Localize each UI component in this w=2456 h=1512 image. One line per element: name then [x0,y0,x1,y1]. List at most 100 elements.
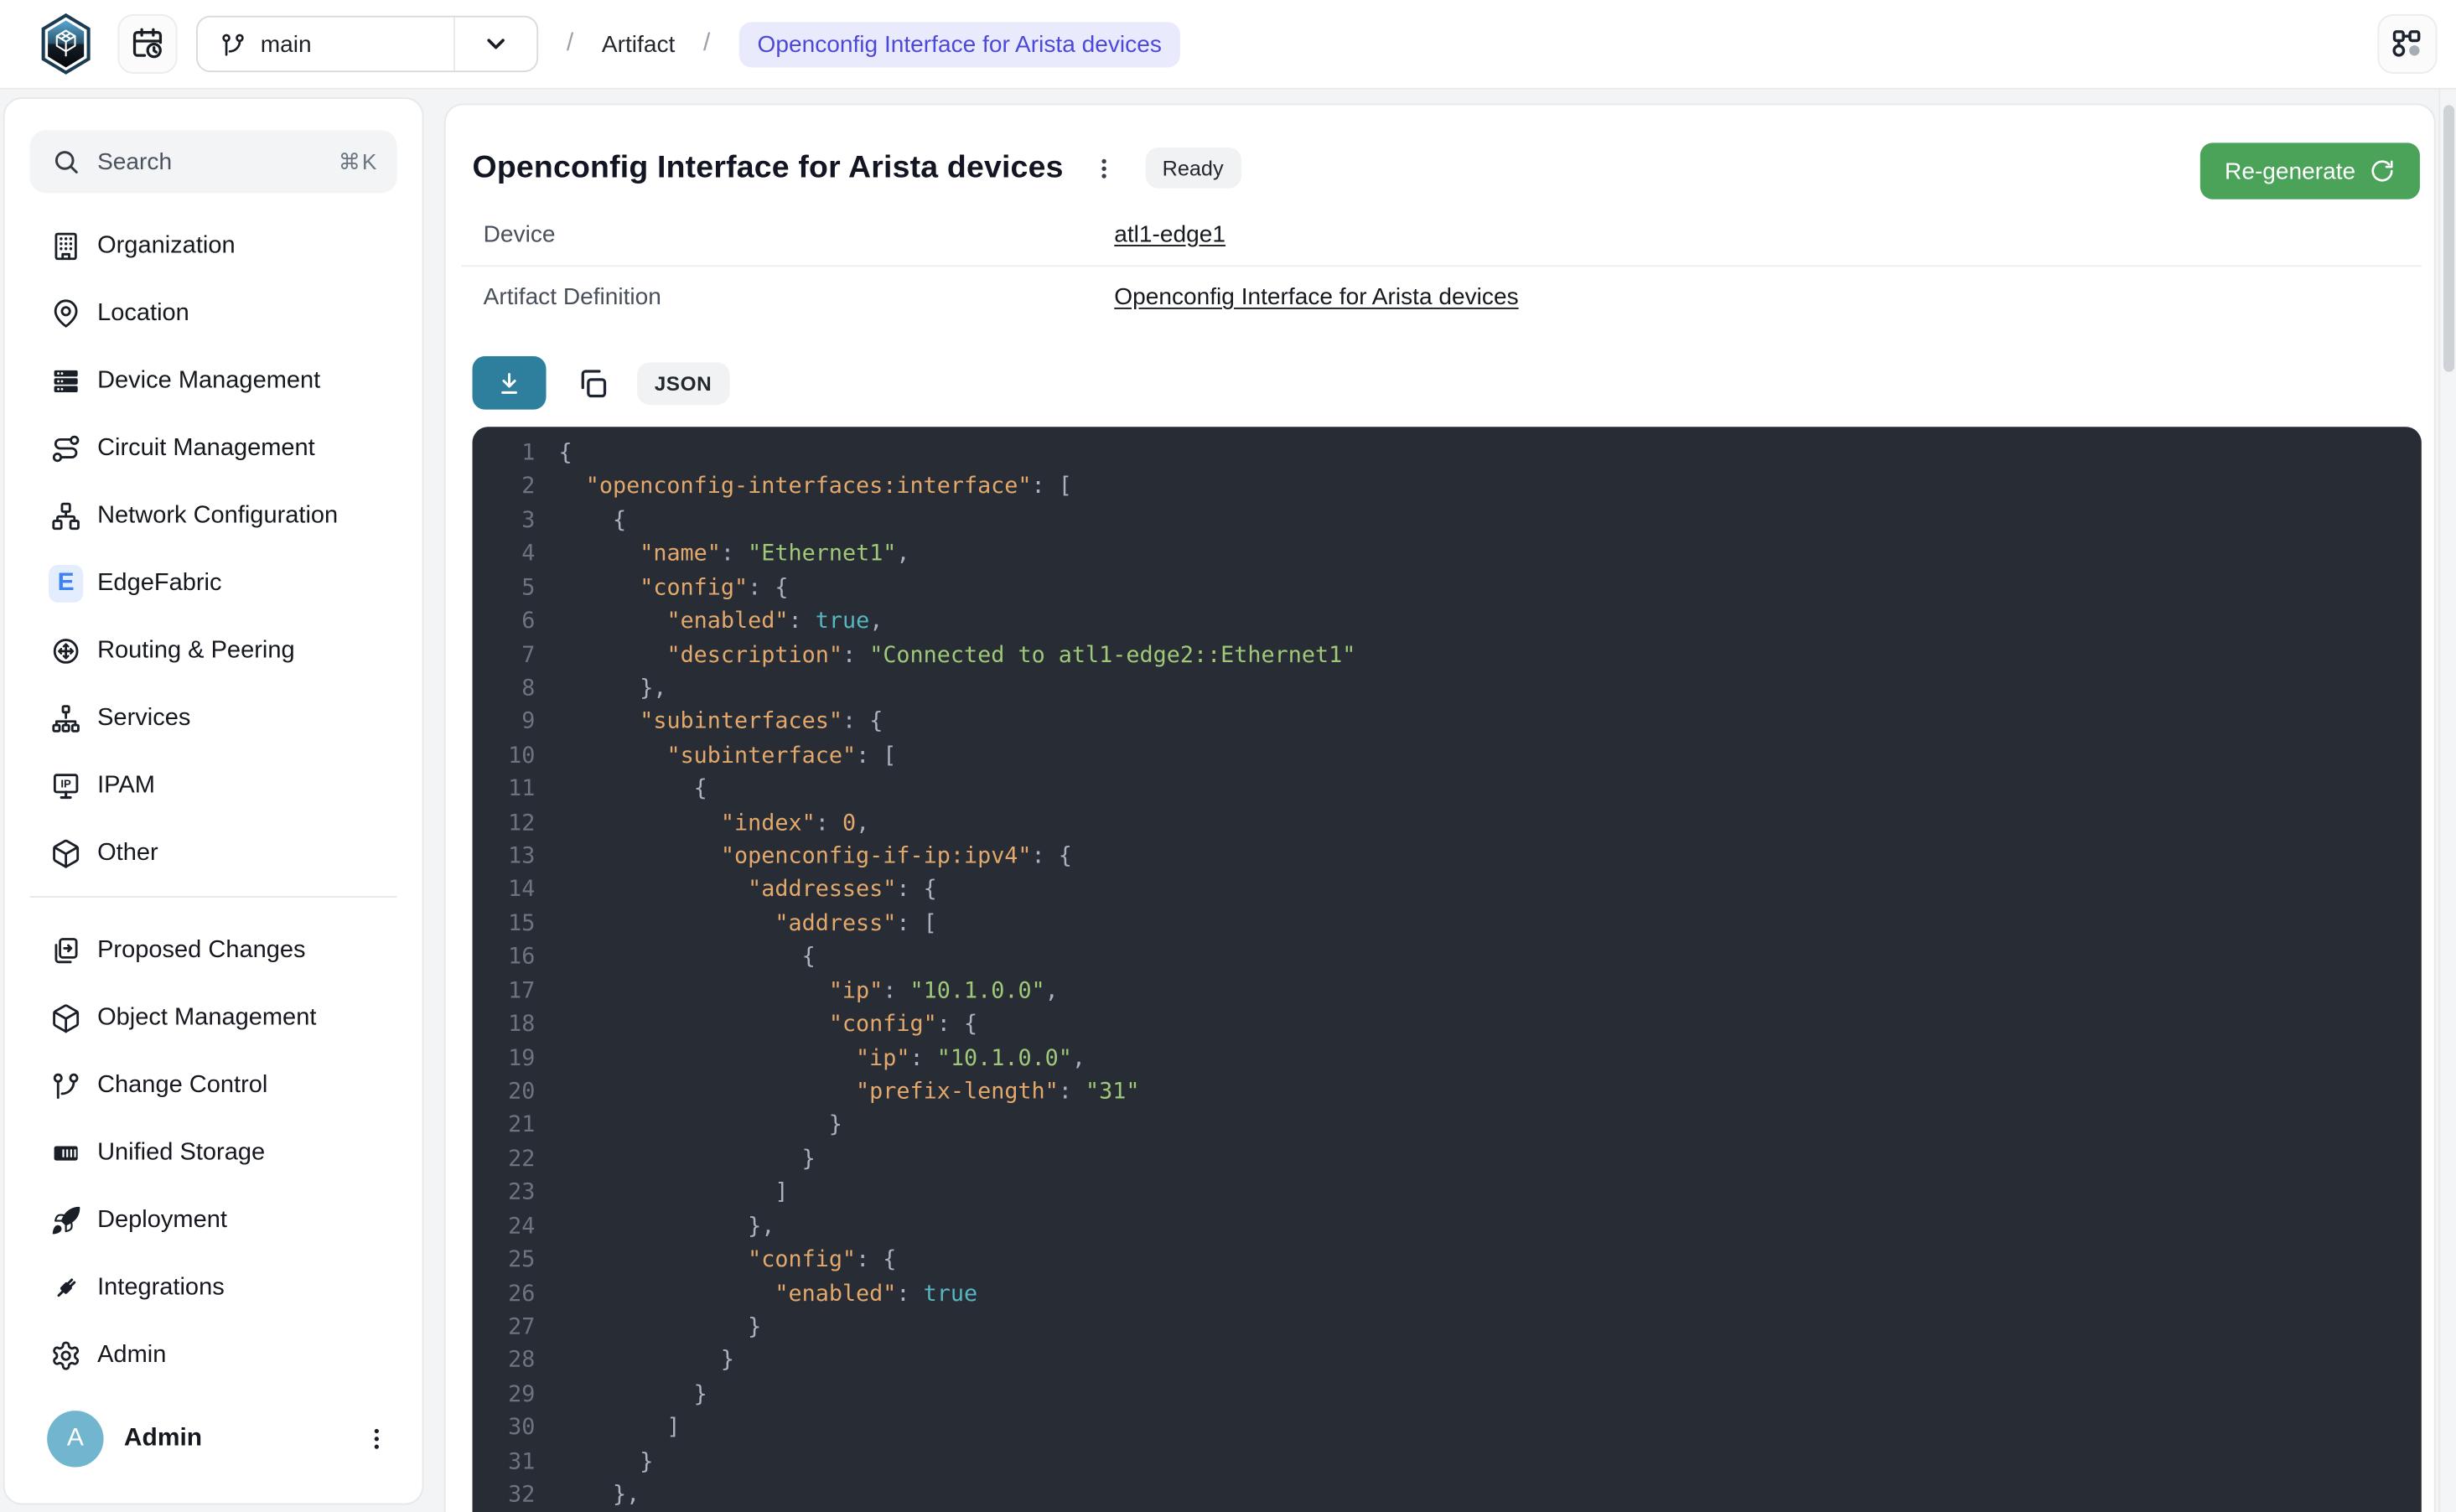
line-content: "ip": "10.1.0.0", [559,1043,1086,1076]
sidebar-item-label: Admin [97,1341,166,1370]
sidebar-item-label: Change Control [97,1071,267,1100]
time-travel-button[interactable] [117,14,177,74]
code-line: 5 "config": { [473,572,2422,606]
sidebar-item-ipam[interactable]: IPIPAM [5,752,422,820]
scrollbar-thumb[interactable] [2443,105,2454,371]
download-button[interactable] [473,356,547,410]
artifact-menu-button[interactable] [1087,149,1122,187]
code-line: 19 "ip": "10.1.0.0", [473,1043,2422,1076]
gear-icon [49,1338,83,1372]
artifact-actions: JSON [473,356,2407,410]
breadcrumb-artifact[interactable]: Artifact [602,31,675,58]
building-icon [49,228,83,262]
line-number: 13 [473,841,536,875]
sidebar-item-routing-peering[interactable]: Routing & Peering [5,617,422,685]
line-number: 18 [473,1009,536,1043]
line-number: 30 [473,1412,536,1446]
edgefabric-icon: E [49,566,83,600]
line-number: 23 [473,1178,536,1211]
copy-icon [575,366,608,399]
code-line: 3 { [473,505,2422,539]
code-line: 20 "prefix-length": "31" [473,1076,2422,1110]
line-number: 16 [473,942,536,976]
re-generate-button[interactable]: Re-generate [2200,142,2420,199]
ipam-monitor-icon: IP [49,768,83,802]
main-content: Openconfig Interface for Arista devices … [444,104,2436,1512]
line-content: "prefix-length": "31" [559,1076,1140,1110]
field-value-link[interactable]: atl1-edge1 [1114,220,1225,247]
sidebar-item-object-management[interactable]: Object Management [5,984,422,1052]
format-badge: JSON [637,362,729,405]
artifact-fields-table: Deviceatl1-edge1Artifact DefinitionOpenc… [461,203,2421,329]
branch-name: main [261,31,312,58]
line-number: 8 [473,673,536,707]
branch-selector[interactable]: main [196,16,538,72]
artifact-header: Openconfig Interface for Arista devices … [446,105,2434,188]
line-number: 24 [473,1211,536,1245]
line-content: }, [559,673,667,707]
line-number: 2 [473,471,536,505]
cube-icon [49,1001,83,1035]
sidebar-item-organization[interactable]: Organization [5,212,422,280]
branch-current: main [198,18,455,71]
sidebar-item-other[interactable]: Other [5,819,422,887]
line-number: 12 [473,808,536,841]
search-icon [52,148,80,176]
artifact-json-code: 1{2 "openconfig-interfaces:interface": [… [473,427,2422,1512]
sidebar-item-admin[interactable]: Admin [5,1321,422,1389]
sidebar-item-unified-storage[interactable]: Unified Storage [5,1119,422,1187]
line-number: 31 [473,1447,536,1480]
line-number: 22 [473,1144,536,1178]
code-line: 31 } [473,1447,2422,1480]
line-content: "config": { [559,1245,897,1278]
field-value-link[interactable]: Openconfig Interface for Arista devices [1114,284,1518,311]
app-viewport: main / Artifact / Openconfig Interface f… [0,0,2456,1512]
copy-button[interactable] [568,360,615,406]
breadcrumb-current-page[interactable]: Openconfig Interface for Arista devices [738,21,1180,66]
network-icon [49,498,83,532]
sidebar-nav-primary: Organization LocationDevice ManagementCir… [5,212,422,887]
line-content: "name": "Ethernet1", [559,539,910,572]
search-shortcut: ⌘K [339,148,378,175]
field-label: Artifact Definition [484,284,1115,311]
code-line: 28 } [473,1345,2422,1379]
sidebar-item-edgefabric[interactable]: EEdgeFabric [5,549,422,617]
line-number: 11 [473,774,536,807]
code-line: 29 } [473,1379,2422,1412]
sidebar-item-deployment[interactable]: Deployment [5,1186,422,1254]
sidebar-item-label: Organization [97,231,236,260]
code-line: 13 "openconfig-if-ip:ipv4": { [473,841,2422,875]
user-menu-button[interactable] [356,1418,397,1459]
line-content: ] [559,1178,789,1211]
sidebar-item-change-control[interactable]: Change Control [5,1051,422,1119]
line-content: "subinterface": [ [559,740,897,774]
branch-dropdown-toggle[interactable] [455,18,536,71]
topology-icon [2390,27,2424,61]
sidebar-divider [30,896,397,898]
sidebar-item-integrations[interactable]: Integrations [5,1254,422,1322]
git-branch-icon [220,31,246,58]
page-scrollbar [2438,90,2456,1512]
search-input[interactable]: Search ⌘K [30,130,397,193]
line-number: 20 [473,1076,536,1110]
sidebar-item-circuit-management[interactable]: Circuit Management [5,414,422,482]
code-line: 9 "subinterfaces": { [473,707,2422,740]
cube-icon [49,836,83,870]
sidebar-item-network-configuration[interactable]: Network Configuration [5,482,422,550]
sidebar-item-proposed-changes[interactable]: Proposed Changes [5,916,422,984]
code-line: 27 } [473,1312,2422,1345]
topology-view-button[interactable] [2377,14,2437,74]
line-number: 17 [473,976,536,1009]
server-icon [49,363,83,397]
line-number: 25 [473,1245,536,1278]
sidebar-item-location[interactable]: Location [5,279,422,347]
sidebar-nav-secondary: Proposed ChangesObject Management Change … [5,916,422,1389]
code-line: 15 "address": [ [473,909,2422,942]
sidebar-item-device-management[interactable]: Device Management [5,347,422,415]
line-content: ] [559,1412,681,1446]
top-bar: main / Artifact / Openconfig Interface f… [0,0,2456,90]
line-content: }, [559,1480,640,1512]
app-logo-icon[interactable] [39,13,93,75]
sidebar-item-services[interactable]: Services [5,684,422,752]
code-line: 23 ] [473,1178,2422,1211]
